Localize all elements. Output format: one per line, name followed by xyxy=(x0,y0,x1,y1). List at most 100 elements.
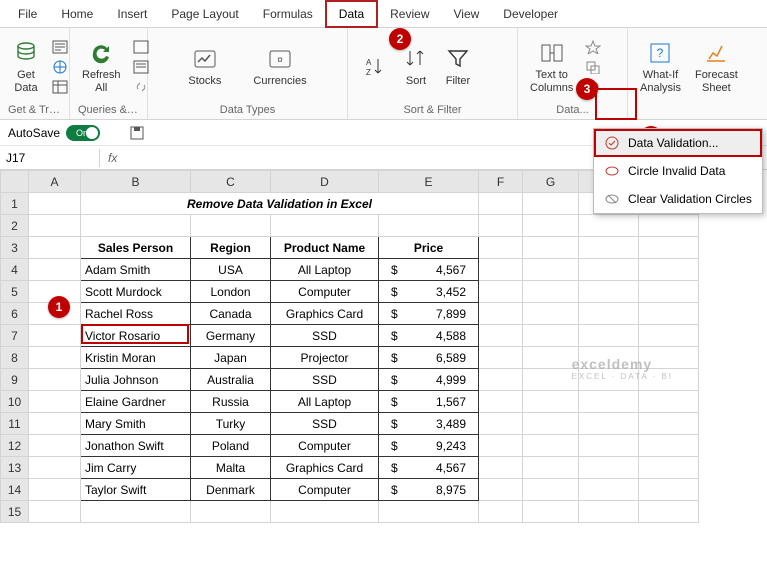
sort-button[interactable]: Sort xyxy=(398,43,434,89)
from-table-button[interactable] xyxy=(50,78,70,96)
table-cell[interactable]: Rachel Ross xyxy=(81,303,191,325)
tab-review[interactable]: Review xyxy=(378,2,441,26)
table-cell[interactable]: $3,452 xyxy=(379,281,479,303)
from-web-button[interactable] xyxy=(50,58,70,76)
table-cell[interactable]: Jim Carry xyxy=(81,457,191,479)
table-cell[interactable]: Poland xyxy=(191,435,271,457)
table-cell[interactable]: Graphics Card xyxy=(271,303,379,325)
table-cell[interactable]: Adam Smith xyxy=(81,259,191,281)
table-cell[interactable]: $1,567 xyxy=(379,391,479,413)
table-cell[interactable]: $8,975 xyxy=(379,479,479,501)
table-cell[interactable]: Germany xyxy=(191,325,271,347)
hdr-price[interactable]: Price xyxy=(379,237,479,259)
tab-data[interactable]: Data xyxy=(325,0,378,28)
table-cell[interactable]: Elaine Gardner xyxy=(81,391,191,413)
table-cell[interactable]: $6,589 xyxy=(379,347,479,369)
table-cell[interactable]: $3,489 xyxy=(379,413,479,435)
table-cell[interactable]: All Laptop xyxy=(271,259,379,281)
col-F[interactable]: F xyxy=(479,171,523,193)
stocks-button[interactable]: Stocks xyxy=(184,43,225,89)
table-cell[interactable]: Julia Johnson xyxy=(81,369,191,391)
table-cell[interactable]: $4,999 xyxy=(379,369,479,391)
table-cell[interactable]: $4,567 xyxy=(379,457,479,479)
tab-formulas[interactable]: Formulas xyxy=(251,2,325,26)
menu-data-validation[interactable]: Data Validation... xyxy=(594,129,762,157)
filter-button[interactable]: Filter xyxy=(440,43,476,89)
table-cell[interactable]: Computer xyxy=(271,479,379,501)
sort-az-button[interactable]: AZ xyxy=(356,51,392,83)
tab-view[interactable]: View xyxy=(442,2,492,26)
row-5[interactable]: 5 xyxy=(1,281,29,303)
table-cell[interactable]: Australia xyxy=(191,369,271,391)
row-12[interactable]: 12 xyxy=(1,435,29,457)
hdr-sales-person[interactable]: Sales Person xyxy=(81,237,191,259)
spreadsheet-grid[interactable]: A B C D E F G H I 1Remove Data Validatio… xyxy=(0,170,699,523)
row-9[interactable]: 9 xyxy=(1,369,29,391)
tab-insert[interactable]: Insert xyxy=(105,2,159,26)
col-D[interactable]: D xyxy=(271,171,379,193)
table-cell[interactable]: Kristin Moran xyxy=(81,347,191,369)
col-G[interactable]: G xyxy=(523,171,579,193)
table-cell[interactable]: Russia xyxy=(191,391,271,413)
row-10[interactable]: 10 xyxy=(1,391,29,413)
table-cell[interactable]: Turky xyxy=(191,413,271,435)
name-box[interactable]: J17 xyxy=(0,149,100,167)
table-cell[interactable]: London xyxy=(191,281,271,303)
tab-developer[interactable]: Developer xyxy=(491,2,570,26)
table-cell[interactable]: Denmark xyxy=(191,479,271,501)
table-cell[interactable]: Projector xyxy=(271,347,379,369)
row-13[interactable]: 13 xyxy=(1,457,29,479)
table-cell[interactable]: Mary Smith xyxy=(81,413,191,435)
text-to-columns-button[interactable]: Text to Columns xyxy=(526,37,577,95)
table-cell[interactable]: Malta xyxy=(191,457,271,479)
remove-duplicates-button[interactable] xyxy=(583,58,603,76)
col-E[interactable]: E xyxy=(379,171,479,193)
whatif-button[interactable]: ? What-If Analysis xyxy=(636,37,685,95)
from-text-button[interactable] xyxy=(50,38,70,56)
row-11[interactable]: 11 xyxy=(1,413,29,435)
flash-fill-button[interactable] xyxy=(583,38,603,56)
row-3[interactable]: 3 xyxy=(1,237,29,259)
get-data-button[interactable]: Get Data xyxy=(8,37,44,95)
table-cell[interactable]: Jonathon Swift xyxy=(81,435,191,457)
table-cell[interactable]: SSD xyxy=(271,369,379,391)
table-cell[interactable]: SSD xyxy=(271,325,379,347)
table-cell[interactable]: All Laptop xyxy=(271,391,379,413)
col-B[interactable]: B xyxy=(81,171,191,193)
menu-clear-circles[interactable]: Clear Validation Circles xyxy=(594,185,762,213)
forecast-sheet-button[interactable]: Forecast Sheet xyxy=(691,37,742,95)
table-cell[interactable]: Scott Murdock xyxy=(81,281,191,303)
row-4[interactable]: 4 xyxy=(1,259,29,281)
table-cell[interactable]: USA xyxy=(191,259,271,281)
table-cell[interactable]: $4,588 xyxy=(379,325,479,347)
row-7[interactable]: 7 xyxy=(1,325,29,347)
tab-file[interactable]: File xyxy=(6,2,49,26)
row-1[interactable]: 1 xyxy=(1,193,29,215)
row-15[interactable]: 15 xyxy=(1,501,29,523)
row-8[interactable]: 8 xyxy=(1,347,29,369)
row-2[interactable]: 2 xyxy=(1,215,29,237)
menu-circle-invalid[interactable]: Circle Invalid Data xyxy=(594,157,762,185)
table-cell[interactable]: Victor Rosario xyxy=(81,325,191,347)
table-cell[interactable]: Canada xyxy=(191,303,271,325)
table-cell[interactable]: $7,899 xyxy=(379,303,479,325)
table-cell[interactable]: Taylor Swift xyxy=(81,479,191,501)
tab-page-layout[interactable]: Page Layout xyxy=(159,2,250,26)
col-C[interactable]: C xyxy=(191,171,271,193)
refresh-all-button[interactable]: Refresh All xyxy=(78,37,125,95)
hdr-product-name[interactable]: Product Name xyxy=(271,237,379,259)
table-cell[interactable]: Computer xyxy=(271,281,379,303)
table-cell[interactable]: Graphics Card xyxy=(271,457,379,479)
table-cell[interactable]: $9,243 xyxy=(379,435,479,457)
title-cell[interactable]: Remove Data Validation in Excel xyxy=(81,193,479,215)
table-cell[interactable]: Computer xyxy=(271,435,379,457)
hdr-region[interactable]: Region xyxy=(191,237,271,259)
col-A[interactable]: A xyxy=(29,171,81,193)
fx-label[interactable]: fx xyxy=(100,151,125,165)
table-cell[interactable]: Japan xyxy=(191,347,271,369)
currencies-button[interactable]: ¤ Currencies xyxy=(249,43,310,89)
tab-home[interactable]: Home xyxy=(49,2,105,26)
row-6[interactable]: 6 xyxy=(1,303,29,325)
row-14[interactable]: 14 xyxy=(1,479,29,501)
table-cell[interactable]: $4,567 xyxy=(379,259,479,281)
